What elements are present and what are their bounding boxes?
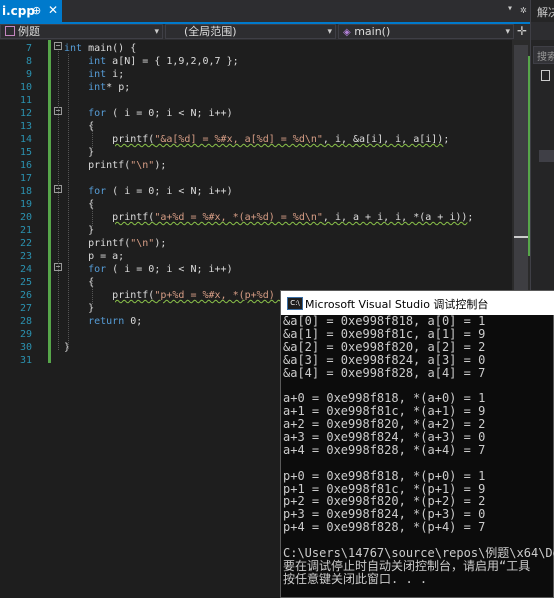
line-number: 14 [19,134,32,145]
code-line[interactable]: for ( i = 0; i < N; i++) [64,185,233,198]
line-number: 12 [19,108,32,119]
chevron-down-icon[interactable]: ▾ [507,3,513,14]
change-tracking-bar [48,40,51,363]
indent-guide [68,54,69,349]
file-icon [541,70,550,81]
console-line: &a[4] = 0xe998f828, a[4] = 7 [283,365,486,380]
scope-dropdown[interactable]: (全局范围) ▾ [165,24,336,39]
gear-icon[interactable]: ✲ [520,3,527,16]
code-line[interactable]: printf("\n"); [64,237,166,250]
line-number: 16 [19,160,32,171]
debug-console-window[interactable]: C:\ Microsoft Visual Studio 调试控制台 &a[0] … [280,290,554,598]
code-line[interactable]: int a[N] = { 1,9,2,0,7 }; [64,55,239,68]
indent-guide [92,124,93,148]
function-label: main() [354,25,391,38]
console-line: &a[0] = 0xe998f818, a[0] = 1 [283,314,486,328]
line-number: 30 [19,342,32,353]
line-number: 9 [25,69,32,80]
console-line: a+3 = 0xe998f824, *(a+3) = 0 [283,430,486,445]
line-number: 31 [19,355,32,366]
panel-toolbar [531,22,554,40]
line-number: 11 [19,95,32,106]
line-number: 17 [19,173,32,184]
line-number: 8 [25,56,32,67]
line-number: 19 [19,199,32,210]
line-number: 23 [19,251,32,262]
chevron-down-icon: ▾ [154,27,159,37]
console-app-icon: C:\ [287,297,303,310]
indent-guide [92,202,93,226]
line-number: 21 [19,225,32,236]
tab-filename: i.cpp [2,4,35,18]
project-dropdown[interactable]: 例题 ▾ [0,24,163,39]
pin-icon[interactable]: ⊕ [32,4,41,17]
scrollbar-caret-marker [514,236,528,238]
console-line: &a[3] = 0xe998f824, a[3] = 0 [283,352,486,367]
console-line: 要在调试停止时自动关闭控制台，请启用“工具 [283,558,531,573]
panel-title: 解决 [537,6,554,19]
line-number: 25 [19,277,32,288]
search-input[interactable]: 搜索 [533,46,554,64]
split-view-icon[interactable]: ✛ [517,24,527,39]
tab-strip: i.cpp ⊕ ✕ ▾ ✲ [0,0,554,22]
console-line: 按任意键关闭此窗口. . . [283,571,428,586]
tab-i-cpp[interactable]: i.cpp ⊕ ✕ [0,0,62,22]
chevron-down-icon: ▾ [505,27,510,37]
console-title: Microsoft Visual Studio 调试控制台 [305,298,489,311]
line-number: 15 [19,147,32,158]
code-line[interactable]: p = a; [64,250,124,263]
line-number: 20 [19,212,32,223]
fold-guide [58,51,59,350]
function-icon: ◈ [343,27,351,38]
line-number: 29 [19,329,32,340]
function-dropdown[interactable]: ◈ main() ▾ [338,24,514,39]
indent-guide [92,280,93,304]
console-line: p+0 = 0xe998f818, *(p+0) = 1 [283,468,486,483]
fold-toggle-icon[interactable]: − [54,42,62,50]
code-line[interactable]: int* p; [64,81,130,94]
line-number: 28 [19,316,32,327]
console-line: a+4 = 0xe998f828, *(a+4) = 7 [283,442,486,457]
search-placeholder: 搜索 [537,52,554,63]
project-icon [5,26,15,36]
code-line[interactable]: printf("p+%d = %#x, *(p+%d) = [64,289,293,302]
console-line: &a[1] = 0xe998f81c, a[1] = 9 [283,326,486,341]
line-number: 27 [19,303,32,314]
close-icon[interactable]: ✕ [48,3,58,17]
chevron-down-icon: ▾ [327,27,332,37]
project-label: 例题 [18,25,40,38]
code-line[interactable]: for ( i = 0; i < N; i++) [64,263,233,276]
code-line[interactable]: printf("a+%d = %#x, *(a+%d) = %d\n", i, … [64,211,473,224]
console-line: p+4 = 0xe998f828, *(p+4) = 7 [283,520,486,535]
scope-label: (全局范围) [184,25,237,38]
line-number: 13 [19,121,32,132]
code-line[interactable]: int i; [64,68,124,81]
console-line: C:\Users\14767\source\repos\例题\x64\Debu [283,546,554,561]
code-line[interactable]: printf("\n"); [64,159,166,172]
console-line: &a[2] = 0xe998f820, a[2] = 2 [283,339,486,354]
navigation-bar: 例题 ▾ (全局范围) ▾ ◈ main() ▾ ✛ [0,24,530,40]
code-line[interactable]: return 0; [64,315,142,328]
console-output: &a[0] = 0xe998f818, a[0] = 1 &a[1] = 0xe9… [283,315,554,586]
line-number: 18 [19,186,32,197]
line-number: 24 [19,264,32,275]
line-number: 22 [19,238,32,249]
code-line[interactable]: printf("&a[%d] = %#x, a[%d] = %d\n", i, … [64,133,449,146]
line-number: 26 [19,290,32,301]
console-title-bar[interactable]: C:\ Microsoft Visual Studio 调试控制台 [281,291,554,315]
code-line[interactable]: int main() { [64,42,136,55]
code-line[interactable]: for ( i = 0; i < N; i++) [64,107,233,120]
line-number: 7 [25,43,32,54]
tree-item-selection[interactable] [539,150,554,162]
scrollbar-change-marker [528,56,530,256]
line-number: 10 [19,82,32,93]
